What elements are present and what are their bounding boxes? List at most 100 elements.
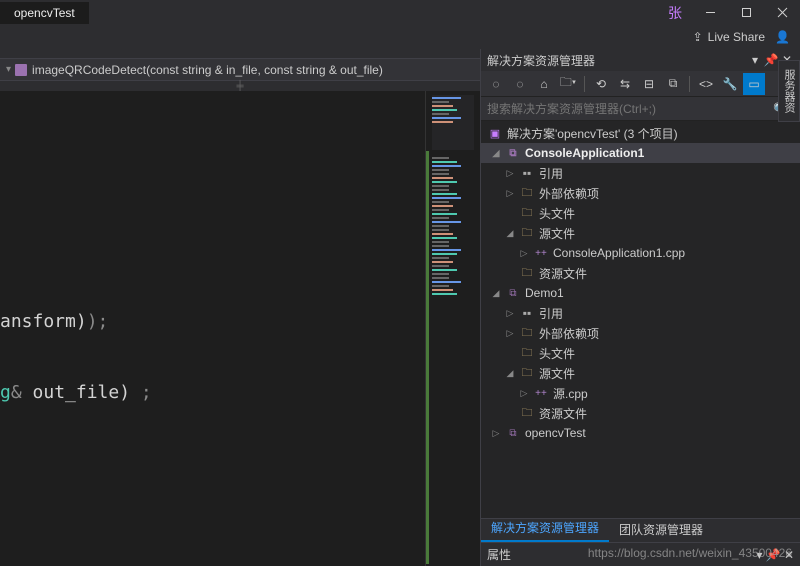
expand-icon[interactable]: ▷ xyxy=(505,188,515,199)
external-deps-node[interactable]: ▷ 🗀 外部依赖项 xyxy=(481,323,800,343)
expand-icon[interactable]: ▷ xyxy=(505,168,515,179)
code-line: g& out_file) ; xyxy=(0,382,425,403)
panel-title: 解决方案资源管理器 xyxy=(487,52,595,69)
expand-icon[interactable]: ▷ xyxy=(505,308,515,319)
project-node[interactable]: ◢ ⧉ Demo1 xyxy=(481,283,800,303)
node-label: 源文件 xyxy=(539,225,575,242)
preview-selected-button[interactable]: ▭ xyxy=(743,73,765,95)
solution-filter-button[interactable]: 🗀▾ xyxy=(557,73,579,95)
headers-node[interactable]: 🗀头文件 xyxy=(481,343,800,363)
resources-node[interactable]: 🗀 资源文件 xyxy=(481,403,800,423)
function-name: imageQRCodeDetect(const string & in_file… xyxy=(32,63,383,77)
close-button[interactable] xyxy=(764,0,800,25)
code-minimap[interactable] xyxy=(425,91,480,566)
minimap-region xyxy=(432,155,474,475)
tab-solution-explorer[interactable]: 解决方案资源管理器 xyxy=(481,515,609,542)
account-icon[interactable]: 👤 xyxy=(775,30,790,44)
node-label: 引用 xyxy=(539,165,563,182)
node-label: 外部依赖项 xyxy=(539,185,599,202)
minimize-button[interactable] xyxy=(692,0,728,25)
cpp-project-icon: ⧉ xyxy=(505,146,521,160)
expand-icon[interactable]: ▷ xyxy=(519,388,529,399)
pin-icon[interactable]: 📌 xyxy=(764,53,778,67)
expand-icon[interactable]: ▷ xyxy=(491,428,501,439)
source-file-node[interactable]: ▷ ++ ConsoleApplication1.cpp xyxy=(481,243,800,263)
node-label: 引用 xyxy=(539,305,563,322)
headers-node[interactable]: 🗀 头文件 xyxy=(481,203,800,223)
folder-icon: 🗀 xyxy=(519,346,535,360)
sync-button[interactable]: ⟲ xyxy=(590,73,612,95)
project-label: ConsoleApplication1 xyxy=(525,146,644,160)
live-share-label: Live Share xyxy=(708,30,765,44)
code-editor[interactable]: ansform)); g& out_file) ; xyxy=(0,91,425,566)
back-button[interactable]: ◌ xyxy=(485,73,507,95)
cpp-file-icon: ++ xyxy=(533,386,549,400)
nav-arrow-icon: ▾ xyxy=(6,64,11,75)
properties-buttons: ▾ 📌 ✕ xyxy=(756,548,794,562)
node-label: 资源文件 xyxy=(539,405,587,422)
properties-button[interactable]: 🔧 xyxy=(719,73,741,95)
folder-icon: 🗀 xyxy=(519,206,535,220)
reference-icon: ▪▪ xyxy=(519,166,535,180)
home-button[interactable]: ⌂ xyxy=(533,73,555,95)
node-label: 源文件 xyxy=(539,365,575,382)
solution-label: 解决方案'opencvTest' (3 个项目) xyxy=(507,125,678,142)
panel-bottom-tabs: 解决方案资源管理器 团队资源管理器 xyxy=(481,518,800,542)
project-node[interactable]: ▷⧉opencvTest xyxy=(481,423,800,443)
solution-tree[interactable]: ▣ 解决方案'opencvTest' (3 个项目) ◢ ⧉ ConsoleAp… xyxy=(481,121,800,518)
forward-button[interactable]: ◌ xyxy=(509,73,531,95)
expand-icon[interactable]: ▷ xyxy=(519,248,529,259)
share-icon: ⇪ xyxy=(693,30,703,44)
folder-icon: 🗀 xyxy=(519,366,535,380)
sources-node[interactable]: ◢ 🗀 源文件 xyxy=(481,363,800,383)
live-share-button[interactable]: ⇪ Live Share xyxy=(693,30,765,44)
view-code-button[interactable]: <> xyxy=(695,73,717,95)
collapse-button[interactable]: ⊟ xyxy=(638,73,660,95)
split-handle[interactable]: ╪ xyxy=(0,81,480,91)
show-all-button[interactable]: ⧉ xyxy=(662,73,684,95)
command-bar: ⇪ Live Share 👤 xyxy=(0,25,800,49)
user-badge[interactable]: 张 xyxy=(658,3,692,23)
node-label: 外部依赖项 xyxy=(539,325,599,342)
properties-panel-header[interactable]: 属性 ▾ 📌 ✕ xyxy=(481,542,800,566)
reference-icon: ▪▪ xyxy=(519,306,535,320)
source-file-node[interactable]: ▷++源.cpp xyxy=(481,383,800,403)
panel-header: 解决方案资源管理器 ▾ 📌 ✕ xyxy=(481,49,800,71)
function-dropdown[interactable]: imageQRCodeDetect(const string & in_file… xyxy=(15,63,383,77)
node-label: 头文件 xyxy=(539,205,575,222)
editor-area: ▾ imageQRCodeDetect(const string & in_fi… xyxy=(0,49,480,566)
cpp-project-icon: ⧉ xyxy=(505,286,521,300)
expand-icon[interactable]: ◢ xyxy=(505,228,515,239)
expand-icon[interactable]: ◢ xyxy=(491,148,501,159)
tab-team-explorer[interactable]: 团队资源管理器 xyxy=(609,517,713,542)
folder-icon: 🗀 xyxy=(519,326,535,340)
editor-tabs[interactable] xyxy=(0,49,480,59)
dropdown-icon[interactable]: ▾ xyxy=(748,53,762,67)
navigation-bar[interactable]: ▾ imageQRCodeDetect(const string & in_fi… xyxy=(0,59,480,81)
project-label: Demo1 xyxy=(525,286,564,300)
folder-icon: 🗀 xyxy=(519,266,535,280)
expand-icon[interactable]: ◢ xyxy=(505,368,515,379)
file-label: ConsoleApplication1.cpp xyxy=(553,246,685,260)
search-input[interactable] xyxy=(487,102,769,116)
project-node[interactable]: ◢ ⧉ ConsoleApplication1 xyxy=(481,143,800,163)
refresh-button[interactable]: ⇆ xyxy=(614,73,636,95)
references-node[interactable]: ▷ ▪▪ 引用 xyxy=(481,303,800,323)
sources-node[interactable]: ◢🗀源文件 xyxy=(481,223,800,243)
folder-icon: 🗀 xyxy=(519,186,535,200)
solution-node[interactable]: ▣ 解决方案'opencvTest' (3 个项目) xyxy=(481,123,800,143)
folder-icon: 🗀 xyxy=(519,406,535,420)
node-label: 资源文件 xyxy=(539,265,587,282)
method-icon xyxy=(15,64,27,76)
resources-node[interactable]: 🗀 资源文件 xyxy=(481,263,800,283)
server-explorer-tab[interactable]: 服务器资 xyxy=(778,60,800,122)
cpp-file-icon: ++ xyxy=(533,246,549,260)
external-deps-node[interactable]: ▷ 🗀 外部依赖项 xyxy=(481,183,800,203)
project-name: opencvTest xyxy=(0,2,89,24)
code-line: ansform)); xyxy=(0,311,425,332)
search-row: 🔍▾ xyxy=(481,97,800,121)
references-node[interactable]: ▷ ▪▪ 引用 xyxy=(481,163,800,183)
expand-icon[interactable]: ◢ xyxy=(491,288,501,299)
expand-icon[interactable]: ▷ xyxy=(505,328,515,339)
maximize-button[interactable] xyxy=(728,0,764,25)
